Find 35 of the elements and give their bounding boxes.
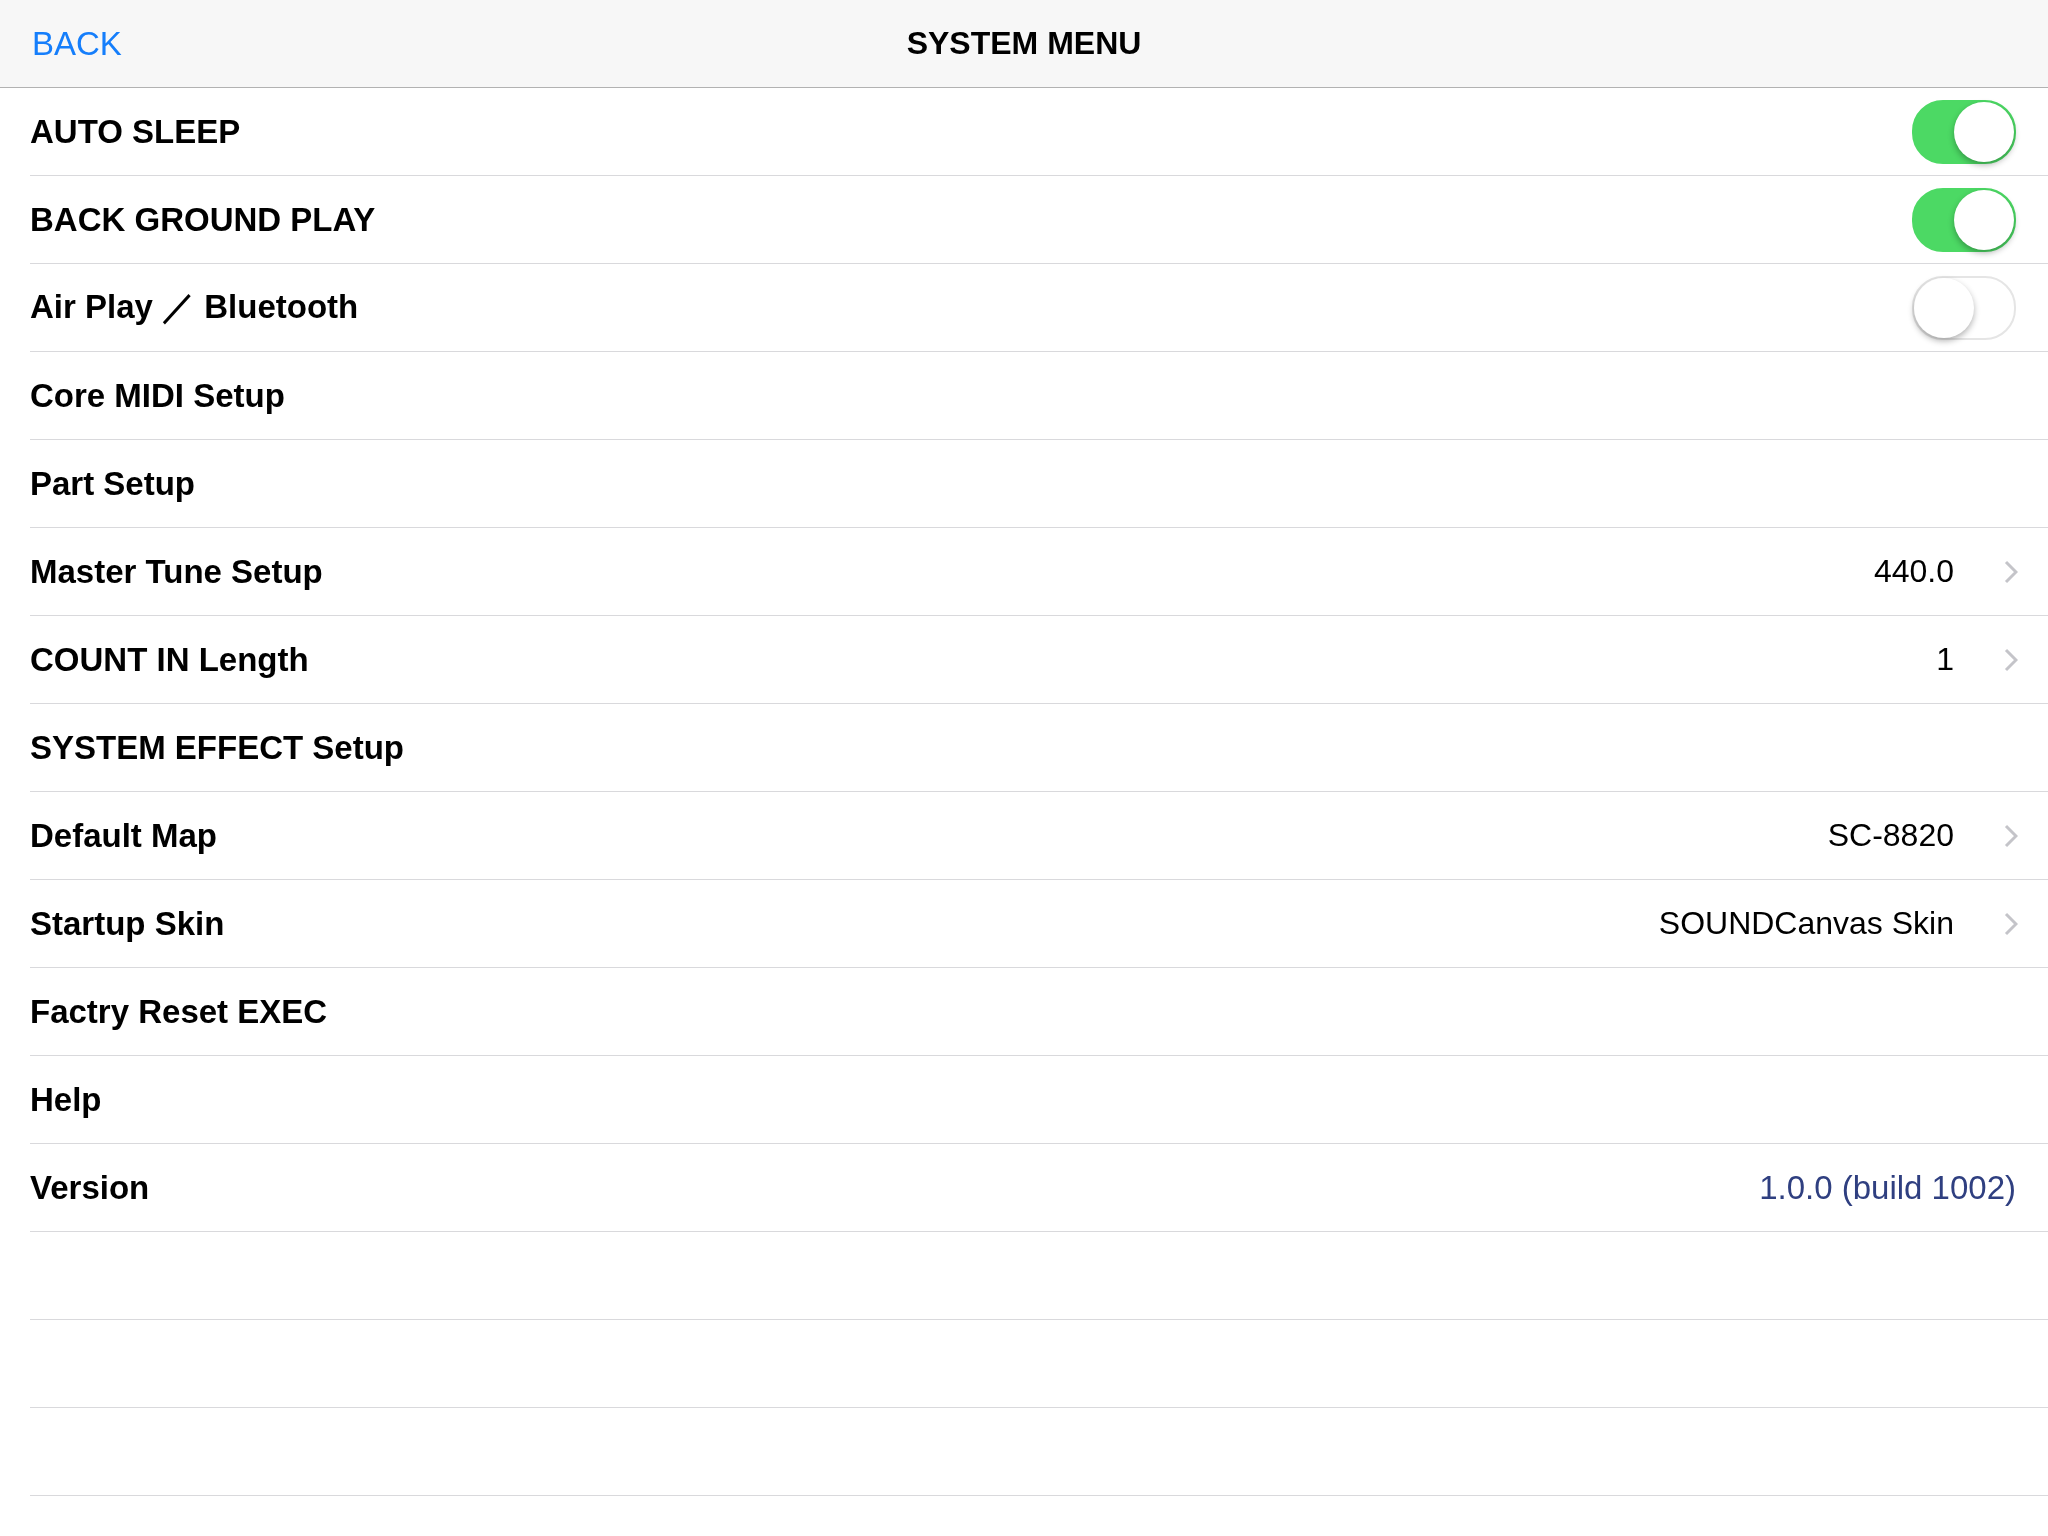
- version-value: 1.0.0 (build 1002): [1759, 1168, 2016, 1207]
- row-label: Factry Reset EXEC: [30, 992, 329, 1031]
- settings-row[interactable]: COUNT IN Length 1: [30, 616, 2048, 704]
- row-label: BACK GROUND PLAY: [30, 200, 377, 239]
- row-label: SYSTEM EFFECT Setup: [30, 728, 406, 767]
- settings-row[interactable]: Part Setup: [30, 440, 2048, 528]
- row-value: 440.0: [1873, 553, 1954, 590]
- settings-row[interactable]: Master Tune Setup 440.0: [30, 528, 2048, 616]
- row-label: Startup Skin: [30, 904, 226, 943]
- settings-row[interactable]: Core MIDI Setup: [30, 352, 2048, 440]
- chevron-icon: [2004, 911, 2018, 936]
- settings-row[interactable]: Help: [30, 1056, 2048, 1144]
- chevron-icon: [2004, 647, 2018, 672]
- row-label: COUNT IN Length: [30, 640, 310, 679]
- settings-row[interactable]: Default Map SC-8820: [30, 792, 2048, 880]
- toggle-switch[interactable]: [1912, 99, 2016, 164]
- navigation-title: SYSTEM MENU: [906, 25, 1142, 62]
- row-label: Default Map: [30, 816, 218, 855]
- row-value: SOUNDCanvas Skin: [1658, 905, 1954, 942]
- row-label: AUTO SLEEP: [30, 112, 242, 151]
- toggle-switch[interactable]: [1912, 187, 2016, 252]
- chevron-icon: [2004, 823, 2018, 848]
- row-value: SC-8820: [1827, 817, 1954, 854]
- row-value: 1: [1936, 641, 1954, 678]
- chevron-icon: [2004, 559, 2018, 584]
- row-label: Help: [30, 1080, 103, 1119]
- row-label: Air Play ／ Bluetooth: [30, 287, 360, 327]
- back-button[interactable]: BACK: [32, 24, 122, 63]
- settings-row[interactable]: Startup Skin SOUNDCanvas Skin: [30, 880, 2048, 968]
- settings-row[interactable]: Factry Reset EXEC: [30, 968, 2048, 1056]
- row-label: Core MIDI Setup: [30, 376, 286, 415]
- row-label: Part Setup: [30, 464, 197, 503]
- row-label: Version: [30, 1168, 151, 1207]
- row-label: Master Tune Setup: [30, 552, 324, 591]
- settings-row[interactable]: SYSTEM EFFECT Setup: [30, 704, 2048, 792]
